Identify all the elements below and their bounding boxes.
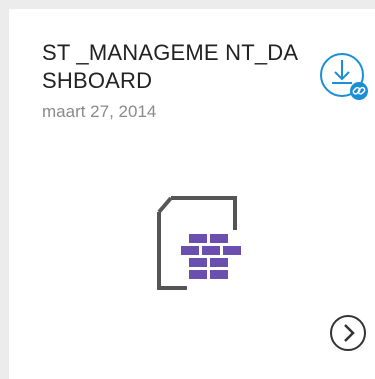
- report-card[interactable]: ST _MANAGEME NT_DASHBOARD maart 27, 2014: [9, 9, 375, 379]
- download-link-icon[interactable]: [316, 48, 374, 106]
- report-date: maart 27, 2014: [42, 102, 157, 121]
- database-report-file-icon: [147, 190, 257, 300]
- chevron-right-circle-icon[interactable]: [326, 311, 370, 355]
- report-title: ST _MANAGEME NT_DASHBOARD: [42, 40, 299, 93]
